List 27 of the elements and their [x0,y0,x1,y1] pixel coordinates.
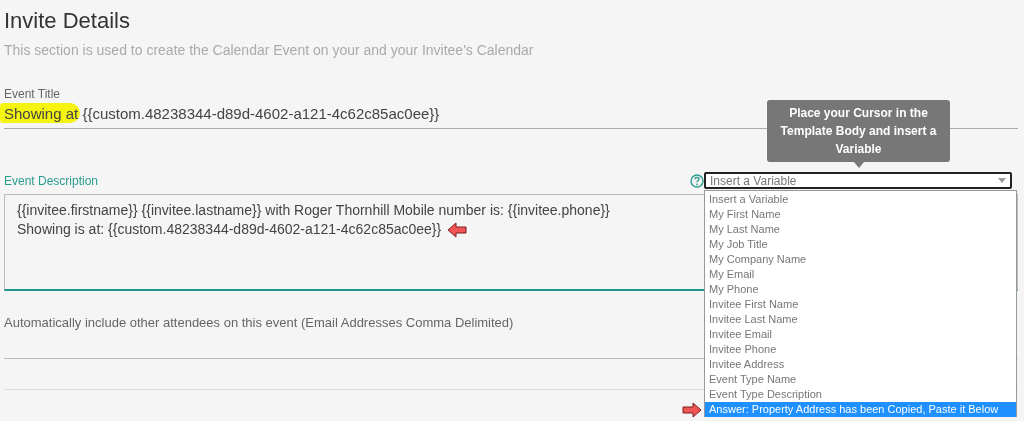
dropdown-option[interactable]: Invitee Phone [705,342,1016,357]
dropdown-option[interactable]: Event Type Description [705,387,1016,402]
dropdown-option[interactable]: My First Name [705,207,1016,222]
dropdown-option[interactable]: Answer: Property Address has been Copied, Paste it Below [705,402,1016,417]
variable-select[interactable]: Insert a Variable [704,172,1012,189]
template-text: {{invitee.firstname}} {{invitee.lastname}} with Roger Thornhill Mobile number is: {{invitee.phone}} [17,201,610,220]
help-icon[interactable] [690,174,704,188]
arrow-icon [447,221,468,238]
template-text: Showing is at: {{custom.48238344-d89d-4602-a121-4c62c85ac0ee}} [17,220,442,239]
section-description: This section is used to create the Calendar Event on your and your Invitee's Calendar [4,42,534,58]
field-label: Event Title [4,87,61,101]
field-label: Event Description [4,174,99,188]
dropdown-option[interactable]: My Email [705,267,1016,282]
dropdown-option[interactable]: Invitee Address [705,357,1016,372]
dropdown-option[interactable]: Event Type Name [705,372,1016,387]
dropdown-caret-icon [998,178,1006,183]
dropdown-option[interactable]: My Job Title [705,237,1016,252]
dropdown-option[interactable]: Insert a Variable [705,192,1016,207]
dropdown-option[interactable]: Invitee Last Name [705,312,1016,327]
dropdown-option[interactable]: Invitee Email [705,327,1016,342]
dropdown-option[interactable]: My Last Name [705,222,1016,237]
dropdown-option[interactable]: Invitee First Name [705,297,1016,312]
field-label: Automatically include other attendees on this event (Email Addresses Comma Delimited) [4,315,514,330]
section-heading: Invite Details [4,7,130,35]
tooltip: Place your Cursor in the Template Body and insert a Variable [767,100,950,162]
arrow-icon [682,402,702,418]
dropdown-option[interactable]: My Company Name [705,252,1016,267]
